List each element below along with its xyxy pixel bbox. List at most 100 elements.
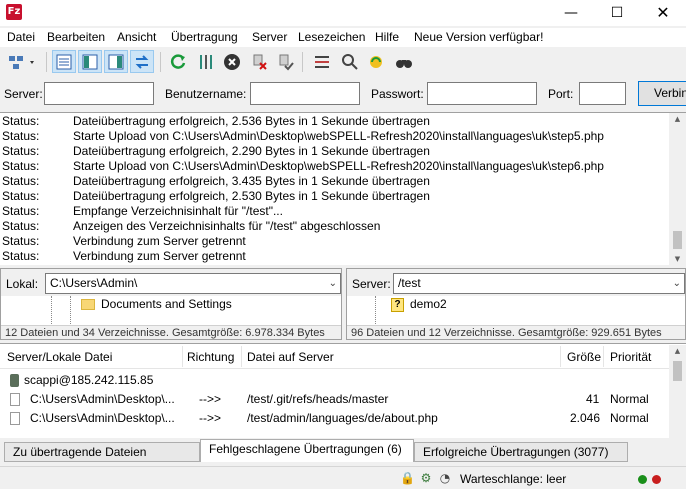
transfer-queue-icon [135,54,149,69]
toggle-message-log-button[interactable] [52,50,76,73]
refresh-button[interactable] [166,50,190,73]
log-scroll-thumb[interactable] [673,231,682,249]
tab-successful-transfers[interactable]: Erfolgreiche Übertragungen (3077) [414,442,628,462]
menu-datei[interactable]: Datei [7,30,35,44]
scroll-up-icon[interactable]: ▲ [669,113,686,126]
menu-ansicht[interactable]: Ansicht [117,30,156,44]
local-pane: Lokal: C:\Users\Admin\ ⌄ Documents and S… [0,268,342,340]
server-label: Server: [4,87,43,101]
remote-tree-item[interactable]: ? demo2 [391,297,447,313]
remote-path-value: /test [398,276,421,290]
menu-uebertragung[interactable]: Übertragung [171,30,238,44]
menu-lesezeichen[interactable]: Lesezeichen [298,30,365,44]
server-icon [10,374,19,387]
compare-icon [342,53,358,70]
reconnect-icon [279,54,294,70]
file-icon [10,412,20,425]
password-label: Passwort: [371,87,424,101]
tab-failed-transfers[interactable]: Fehlgeschlagene Übertragungen (6) [200,439,414,462]
site-manager-icon [9,55,34,69]
remote-tree-icon [108,54,124,69]
binoculars-icon [396,59,412,68]
message-log-icon [56,54,72,69]
menu-bearbeiten[interactable]: Bearbeiten [47,30,105,44]
site-manager-button[interactable] [4,50,42,73]
password-input[interactable] [427,82,537,105]
refresh-icon [170,53,186,69]
username-label: Benutzername: [165,87,247,101]
queue-scroll-thumb[interactable] [673,361,682,381]
maximize-button[interactable]: ☐ [594,0,640,26]
col-priority[interactable]: Priorität [610,350,651,364]
tab-queued-files[interactable]: Zu übertragende Dateien [4,442,200,462]
menu-bar: Datei Bearbeiten Ansicht Übertragung Ser… [0,28,686,47]
toggle-local-tree-button[interactable] [78,50,102,73]
col-remote-file[interactable]: Datei auf Server [247,350,334,364]
remote-label: Server: [352,277,391,291]
filter-icon [315,55,329,68]
process-queue-button[interactable] [194,50,218,73]
queue-server-row[interactable]: scappi@185.242.115.85 [0,371,669,390]
remote-summary: 96 Dateien und 12 Verzeichnisse. Gesamtg… [347,325,685,339]
toolbar [0,48,686,76]
disconnect-icon [253,54,267,70]
message-log: Status: Dateiübertragung erfolgreich, 2.5… [0,112,686,265]
local-tree-item[interactable]: Documents and Settings [81,297,232,313]
quickconnect-button[interactable]: Verbinden [638,81,686,106]
local-path-value: C:\Users\Admin\ [50,276,138,290]
chevron-down-icon[interactable]: ⌄ [673,274,681,293]
port-input[interactable] [579,82,626,105]
queue-scrollbar[interactable]: ▲ [669,345,686,438]
toggle-transfer-queue-button[interactable] [130,50,154,73]
process-queue-icon [200,54,212,69]
menu-hilfe[interactable]: Hilfe [375,30,399,44]
file-icon [10,393,20,406]
queue-tabs: Zu übertragende Dateien Fehlgeschlagene … [0,438,686,464]
menu-neue-version[interactable]: Neue Version verfügbar! [414,30,543,44]
remote-pane: Server: /test ⌄ ? demo2 96 Dateien und 12… [346,268,686,340]
log-scrollbar[interactable]: ▲ ▼ [669,113,686,265]
search-files-button[interactable] [392,50,416,73]
directory-filter-button[interactable] [310,50,334,73]
col-direction[interactable]: Richtung [187,350,234,364]
close-button[interactable]: ✕ [640,0,686,26]
unknown-folder-icon: ? [391,297,404,312]
send-led-icon [638,475,647,484]
quickconnect-bar: Server: Benutzername: Passwort: Port: Ve… [0,78,686,110]
local-summary: 12 Dateien und 34 Verzeichnisse. Gesamtg… [1,325,341,339]
minimize-button[interactable]: — [548,0,594,26]
username-input[interactable] [250,82,360,105]
port-label: Port: [548,87,574,101]
disconnect-button[interactable] [248,50,272,73]
menu-server[interactable]: Server [252,30,287,44]
scroll-down-icon[interactable]: ▼ [669,253,686,265]
table-row[interactable]: C:\Users\Admin\Desktop\... -->> /test/ad… [0,409,669,428]
reconnect-button[interactable] [274,50,298,73]
directory-comparison-button[interactable] [338,50,362,73]
chevron-down-icon[interactable]: ⌄ [329,274,337,293]
scroll-up-icon[interactable]: ▲ [669,345,686,358]
local-label: Lokal: [6,277,39,291]
col-size[interactable]: Größe [567,350,601,364]
title-bar: Fz — ☐ ✕ [0,0,686,26]
transfer-queue: Server/Lokale Datei Richtung Datei auf S… [0,343,686,438]
local-tree-icon [82,54,98,69]
cancel-icon [224,53,240,70]
sync-browsing-button[interactable] [364,50,388,73]
lock-icon: 🔒 [400,471,415,485]
sync-icon [370,55,382,68]
filezilla-logo-icon: Fz [6,4,22,20]
gauge-icon[interactable]: ◔ [438,471,452,485]
receive-led-icon [652,475,661,484]
queue-status-text: Warteschlange: leer [460,472,567,486]
speed-limit-icon[interactable]: ⚙ [419,471,433,485]
status-bar: 🔒 ⚙ ◔ Warteschlange: leer [0,466,686,489]
cancel-operation-button[interactable] [220,50,244,73]
col-server-local-file[interactable]: Server/Lokale Datei [7,350,112,364]
folder-icon [81,299,95,311]
remote-path-combobox[interactable]: /test ⌄ [393,273,685,294]
local-path-combobox[interactable]: C:\Users\Admin\ ⌄ [45,273,341,294]
server-input[interactable] [44,82,154,105]
table-row[interactable]: C:\Users\Admin\Desktop\... -->> /test/.g… [0,390,669,409]
toggle-remote-tree-button[interactable] [104,50,128,73]
